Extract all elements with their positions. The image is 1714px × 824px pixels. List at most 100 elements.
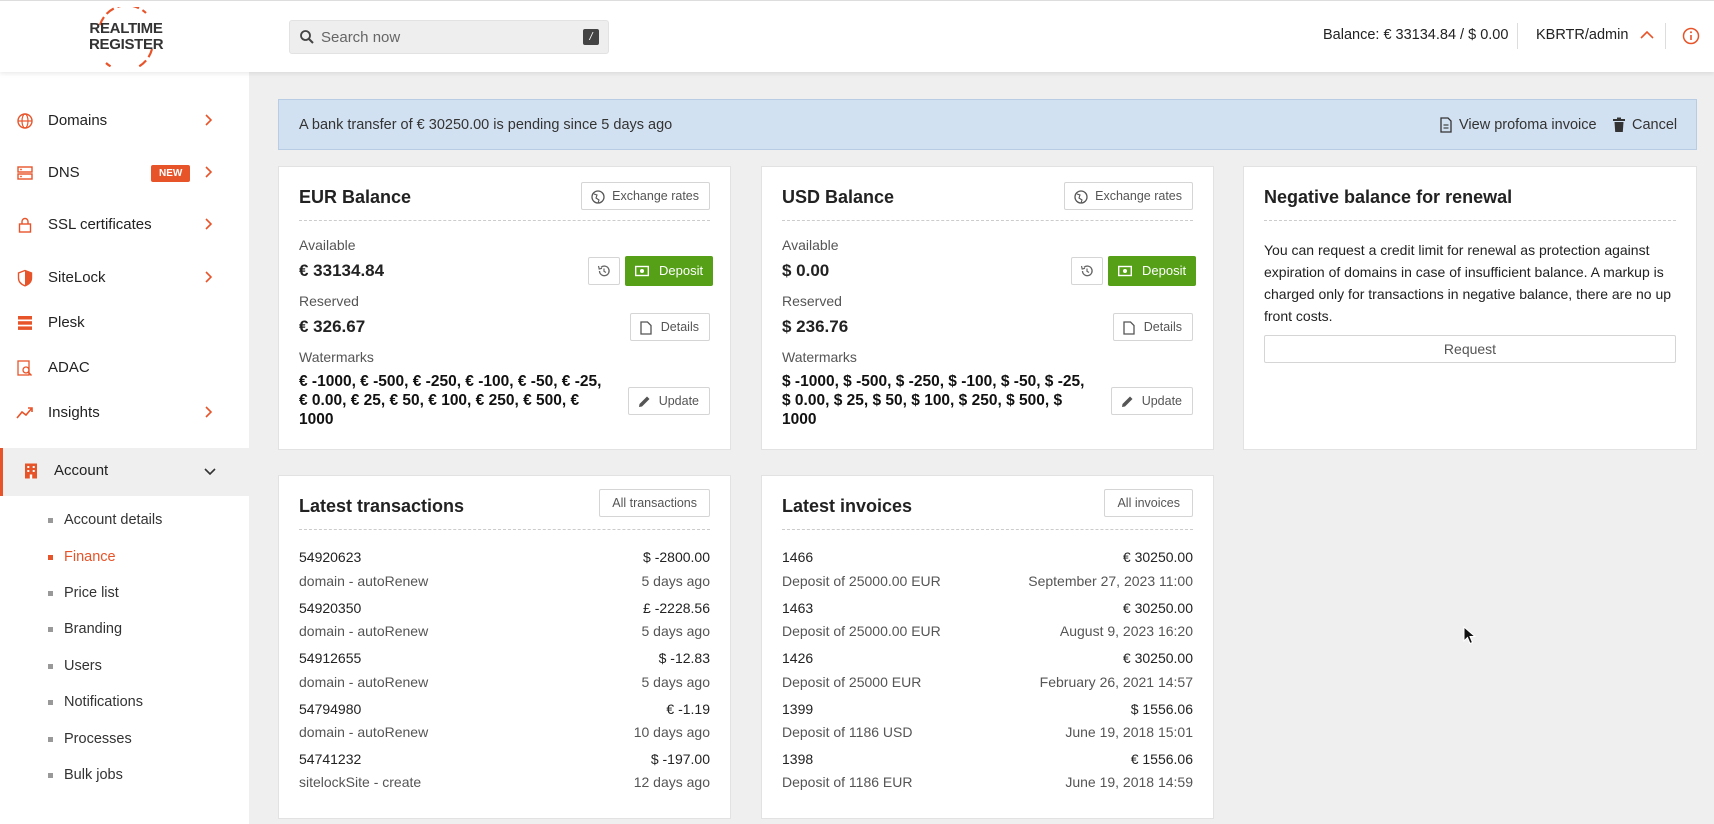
sidebar-subitem-branding[interactable]: Branding xyxy=(0,613,249,645)
pencil-icon xyxy=(1121,396,1133,407)
sidebar-subitem-processes[interactable]: Processes xyxy=(0,723,249,755)
sidebar-item-domains[interactable]: Domains xyxy=(0,98,249,144)
bullet xyxy=(48,773,53,778)
reserved-label: Reserved xyxy=(299,293,359,309)
sidebar-item-plesk[interactable]: Plesk xyxy=(0,300,249,346)
sidebar-subitem-users[interactable]: Users xyxy=(0,650,249,682)
all-transactions-button[interactable]: All transactions xyxy=(599,489,710,517)
available-label: Available xyxy=(782,237,839,253)
watermarks-value: $ -1000, $ -500, $ -250, $ -100, $ -50, … xyxy=(782,373,1085,428)
user-menu[interactable]: KBRTR/admin xyxy=(1536,27,1654,43)
button-label: Deposit xyxy=(659,263,704,278)
transaction-description: domain - autoRenew xyxy=(299,674,429,690)
document-icon xyxy=(1440,117,1452,133)
transaction-amount: € -1.19 xyxy=(666,701,710,717)
transaction-id: 54794980 xyxy=(299,701,362,717)
info-icon[interactable] xyxy=(1682,27,1700,45)
sidebar-subitem-notifications[interactable]: Notifications xyxy=(0,686,249,718)
chevron-right-icon xyxy=(205,271,212,283)
invoice-date: September 27, 2023 11:00 xyxy=(1028,573,1193,589)
bullet xyxy=(48,700,53,705)
transaction-time: 12 days ago xyxy=(633,774,710,790)
sidebar-item-dns[interactable]: DNS NEW xyxy=(0,150,249,196)
alert-message: A bank transfer of € 30250.00 is pending… xyxy=(299,117,673,133)
all-invoices-button[interactable]: All invoices xyxy=(1104,489,1193,517)
globe-icon xyxy=(17,113,33,129)
invoice-amount: € 30250.00 xyxy=(1122,600,1193,616)
header-balance: Balance: € 33134.84 / $ 0.00 xyxy=(1323,27,1509,43)
deposit-button[interactable]: Deposit xyxy=(625,256,714,286)
sidebar-subitem-price-list[interactable]: Price list xyxy=(0,577,249,609)
money-icon xyxy=(1118,265,1132,277)
sidebar-item-adac[interactable]: ADAC xyxy=(0,345,249,391)
cancel-transfer-link[interactable]: Cancel xyxy=(1613,117,1678,133)
transaction-time: 5 days ago xyxy=(641,674,711,690)
sidebar-subitem-bulk-jobs[interactable]: Bulk jobs xyxy=(0,759,249,791)
cancel-label: Cancel xyxy=(1632,117,1678,133)
card-title: Latest transactions xyxy=(299,496,465,516)
reserved-value: $ 236.76 xyxy=(782,317,849,336)
details-button[interactable]: Details xyxy=(1112,313,1193,341)
latest-invoices-card: Latest invoices All invoices 1466 € 3025… xyxy=(761,475,1214,819)
card-title: Latest invoices xyxy=(782,496,913,516)
negative-balance-description: You can request a credit limit for renew… xyxy=(1264,242,1672,324)
transaction-amount: £ -2228.56 xyxy=(643,600,710,616)
transaction-id: 54741232 xyxy=(299,751,362,767)
watermarks-label: Watermarks xyxy=(782,349,857,365)
transaction-description: sitelockSite - create xyxy=(299,774,422,790)
sidebar-subitem-finance[interactable]: Finance xyxy=(0,541,249,573)
sidebar-item-insights[interactable]: Insights xyxy=(0,390,249,436)
invoice-amount: € 1556.06 xyxy=(1130,751,1193,767)
card-title: EUR Balance xyxy=(299,187,412,207)
chevron-right-icon xyxy=(205,114,212,126)
transaction-description: domain - autoRenew xyxy=(299,573,429,589)
header-divider xyxy=(1665,23,1666,49)
transaction-time: 5 days ago xyxy=(641,573,711,589)
sidebar-item-account[interactable]: Account xyxy=(0,448,249,496)
update-button[interactable]: Update xyxy=(1110,387,1193,415)
exchange-rates-button[interactable]: Exchange rates xyxy=(581,182,710,210)
search-placeholder: Search now xyxy=(321,29,401,46)
history-button[interactable] xyxy=(1071,257,1103,285)
sidebar-subitem-account-details[interactable]: Account details xyxy=(0,504,249,536)
update-button[interactable]: Update xyxy=(627,387,710,415)
exchange-rates-button[interactable]: Exchange rates xyxy=(1064,182,1193,210)
view-proforma-invoice-link[interactable]: View profoma invoice xyxy=(1440,117,1597,133)
invoice-date: August 9, 2023 16:20 xyxy=(1059,623,1193,639)
header-divider xyxy=(1517,23,1518,49)
invoice-id: 1398 xyxy=(782,751,814,767)
sidebar-item-label: Domains xyxy=(48,112,108,129)
transaction-id: 54920350 xyxy=(299,600,362,616)
invoice-description: Deposit of 1186 USD xyxy=(782,724,913,740)
server-icon xyxy=(17,166,33,180)
search-doc-icon xyxy=(17,360,33,377)
history-button[interactable] xyxy=(588,257,620,285)
globe-icon xyxy=(591,190,605,204)
invoice-amount: € 30250.00 xyxy=(1122,549,1193,565)
deposit-button[interactable]: Deposit xyxy=(1108,256,1197,286)
card-title: USD Balance xyxy=(782,187,895,207)
sidebar-subitem-label: Bulk jobs xyxy=(64,767,123,783)
bullet xyxy=(48,591,53,596)
sidebar-item-sitelock[interactable]: SiteLock xyxy=(0,255,249,301)
search-input[interactable]: Search now / xyxy=(289,20,609,54)
chevron-down-icon xyxy=(204,468,216,475)
details-button[interactable]: Details xyxy=(629,313,710,341)
transaction-amount: $ -197.00 xyxy=(650,751,710,767)
transaction-time: 5 days ago xyxy=(641,623,711,639)
sidebar-subitem-label: Price list xyxy=(64,585,119,601)
logo-line-2: REGISTER xyxy=(89,36,164,53)
realtime-register-logo[interactable]: REALTIME REGISTER xyxy=(86,7,166,67)
mouse-cursor-icon xyxy=(1463,626,1477,645)
user-name: KBRTR/admin xyxy=(1536,27,1629,43)
button-label: Details xyxy=(660,320,699,334)
request-button[interactable]: Request xyxy=(1264,335,1676,363)
negative-balance-card: Negative balance for renewal You can req… xyxy=(1243,166,1697,450)
sidebar-item-label: SSL certificates xyxy=(48,216,152,233)
invoice-description: Deposit of 25000.00 EUR xyxy=(782,623,941,639)
chevron-up-icon xyxy=(1640,30,1654,39)
transaction-description: domain - autoRenew xyxy=(299,724,429,740)
sidebar-subitem-label: Users xyxy=(64,658,102,674)
sidebar-item-ssl-certificates[interactable]: SSL certificates xyxy=(0,202,249,248)
globe-icon xyxy=(1074,190,1088,204)
